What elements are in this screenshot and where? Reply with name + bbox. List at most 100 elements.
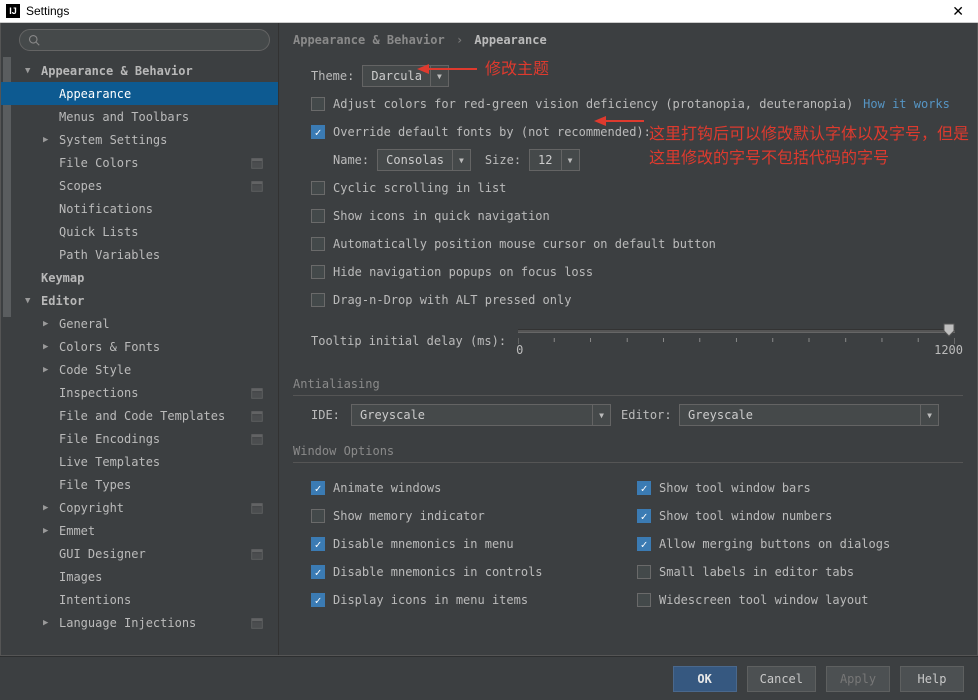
disable-mnemonics-in-menu-checkbox[interactable] — [311, 537, 325, 551]
aa-ide-value: Greyscale — [352, 408, 433, 422]
project-scope-icon — [250, 432, 264, 446]
chevron-right-icon: ▶ — [43, 135, 53, 145]
sidebar-item-path-variables[interactable]: Path Variables — [1, 243, 278, 266]
option-label: Show tool window numbers — [659, 509, 832, 523]
project-scope-icon — [250, 616, 264, 630]
slider-min: 0 — [516, 343, 523, 357]
sidebar: ▼ Appearance & Behavior Appearance Menus an… — [1, 23, 279, 655]
show-tool-window-numbers-checkbox[interactable] — [637, 509, 651, 523]
chevron-right-icon: ▶ — [43, 342, 53, 352]
quick-nav-icons-checkbox[interactable] — [311, 209, 325, 223]
chevron-down-icon: ▼ — [25, 66, 35, 76]
breadcrumb-root[interactable]: Appearance & Behavior — [293, 33, 445, 47]
sidebar-item-label: Live Templates — [59, 455, 160, 469]
sidebar-item-appearance-behavior[interactable]: ▼ Appearance & Behavior — [1, 59, 278, 82]
font-name-value: Consolas — [378, 153, 452, 167]
sidebar-item-system-settings[interactable]: ▶System Settings — [1, 128, 278, 151]
chevron-down-icon: ▼ — [25, 296, 35, 306]
allow-merging-buttons-on-dialogs-checkbox[interactable] — [637, 537, 651, 551]
project-scope-icon — [250, 547, 264, 561]
sidebar-item-scopes[interactable]: Scopes — [1, 174, 278, 197]
font-name-combo[interactable]: Consolas ▼ — [377, 149, 471, 171]
sidebar-item-menus-and-toolbars[interactable]: Menus and Toolbars — [1, 105, 278, 128]
small-labels-in-editor-tabs-checkbox[interactable] — [637, 565, 651, 579]
sidebar-item-copyright[interactable]: ▶Copyright — [1, 496, 278, 519]
apply-button[interactable]: Apply — [826, 666, 890, 692]
aa-ide-combo[interactable]: Greyscale ▼ — [351, 404, 611, 426]
show-tool-window-bars-checkbox[interactable] — [637, 481, 651, 495]
font-size-combo[interactable]: 12 ▼ — [529, 149, 579, 171]
breadcrumb-current: Appearance — [474, 33, 546, 47]
option-label: Disable mnemonics in menu — [333, 537, 514, 551]
search-input[interactable] — [19, 29, 270, 51]
disable-mnemonics-in-controls-checkbox[interactable] — [311, 565, 325, 579]
sidebar-item-emmet[interactable]: ▶ Emmet — [1, 519, 278, 542]
sidebar-item-inspections[interactable]: Inspections — [1, 381, 278, 404]
option-label: Show memory indicator — [333, 509, 485, 523]
adjust-colors-checkbox[interactable] — [311, 97, 325, 111]
sidebar-item-file-colors[interactable]: File Colors — [1, 151, 278, 174]
ok-button[interactable]: OK — [673, 666, 737, 692]
chevron-right-icon: ▶ — [43, 319, 53, 329]
project-scope-icon — [250, 386, 264, 400]
sidebar-item-label: Images — [59, 570, 102, 584]
project-scope-icon — [250, 156, 264, 170]
sidebar-item-file-types[interactable]: File Types — [1, 473, 278, 496]
cancel-button[interactable]: Cancel — [747, 666, 816, 692]
aa-ide-label: IDE: — [311, 408, 351, 422]
sidebar-item-label: Path Variables — [59, 248, 160, 262]
app-icon: IJ — [6, 4, 20, 18]
sidebar-item-label: Emmet — [59, 524, 95, 538]
font-size-label: Size: — [485, 153, 521, 167]
sidebar-item-file-encodings[interactable]: File Encodings — [1, 427, 278, 450]
sidebar-item-gui-designer[interactable]: GUI Designer — [1, 542, 278, 565]
sidebar-item-label: GUI Designer — [59, 547, 146, 561]
chevron-right-icon: › — [456, 33, 463, 47]
theme-combo[interactable]: Darcula ▼ — [362, 65, 449, 87]
sidebar-item-images[interactable]: Images — [1, 565, 278, 588]
tooltip-delay-slider[interactable]: 0 1200 — [518, 323, 963, 359]
slider-max: 1200 — [934, 343, 963, 357]
sidebar-item-code-style[interactable]: ▶Code Style — [1, 358, 278, 381]
sidebar-item-colors-fonts[interactable]: ▶Colors & Fonts — [1, 335, 278, 358]
aa-editor-combo[interactable]: Greyscale ▼ — [679, 404, 939, 426]
project-scope-icon — [250, 179, 264, 193]
sidebar-item-label: File Colors — [59, 156, 138, 170]
display-icons-in-menu-items-checkbox[interactable] — [311, 593, 325, 607]
override-fonts-label: Override default fonts by (not recommend… — [333, 125, 651, 139]
help-button[interactable]: Help — [900, 666, 964, 692]
chevron-down-icon: ▼ — [920, 405, 938, 425]
animate-windows-checkbox[interactable] — [311, 481, 325, 495]
option-label: Show tool window bars — [659, 481, 811, 495]
sidebar-item-label: Editor — [41, 294, 84, 308]
auto-cursor-checkbox[interactable] — [311, 237, 325, 251]
project-scope-icon — [250, 409, 264, 423]
sidebar-item-file-and-code-templates[interactable]: File and Code Templates — [1, 404, 278, 427]
close-icon[interactable]: ✕ — [944, 3, 972, 20]
show-memory-indicator-checkbox[interactable] — [311, 509, 325, 523]
dnd-alt-checkbox[interactable] — [311, 293, 325, 307]
sidebar-item-quick-lists[interactable]: Quick Lists — [1, 220, 278, 243]
cyclic-scrolling-checkbox[interactable] — [311, 181, 325, 195]
slider-thumb-icon[interactable] — [943, 323, 955, 337]
hide-nav-popups-checkbox[interactable] — [311, 265, 325, 279]
sidebar-item-language-injections[interactable]: ▶Language Injections — [1, 611, 278, 634]
sidebar-item-appearance[interactable]: Appearance — [1, 82, 278, 105]
widescreen-tool-window-layout-checkbox[interactable] — [637, 593, 651, 607]
chevron-right-icon: ▶ — [43, 618, 53, 628]
sidebar-item-notifications[interactable]: Notifications — [1, 197, 278, 220]
sidebar-item-live-templates[interactable]: Live Templates — [1, 450, 278, 473]
sidebar-item-label: Appearance & Behavior — [41, 64, 193, 78]
tooltip-delay-label: Tooltip initial delay (ms): — [311, 334, 506, 348]
sidebar-item-general[interactable]: ▶ General — [1, 312, 278, 335]
chevron-right-icon: ▶ — [43, 526, 53, 536]
sidebar-item-label: File Encodings — [59, 432, 160, 446]
override-fonts-checkbox[interactable] — [311, 125, 325, 139]
sidebar-item-keymap[interactable]: Keymap — [1, 266, 278, 289]
sidebar-item-editor[interactable]: ▼ Editor — [1, 289, 278, 312]
titlebar: IJ Settings ✕ — [0, 0, 978, 23]
sidebar-item-label: General — [59, 317, 110, 331]
sidebar-item-intentions[interactable]: Intentions — [1, 588, 278, 611]
sidebar-item-label: Menus and Toolbars — [59, 110, 189, 124]
how-it-works-link[interactable]: How it works — [863, 97, 950, 111]
